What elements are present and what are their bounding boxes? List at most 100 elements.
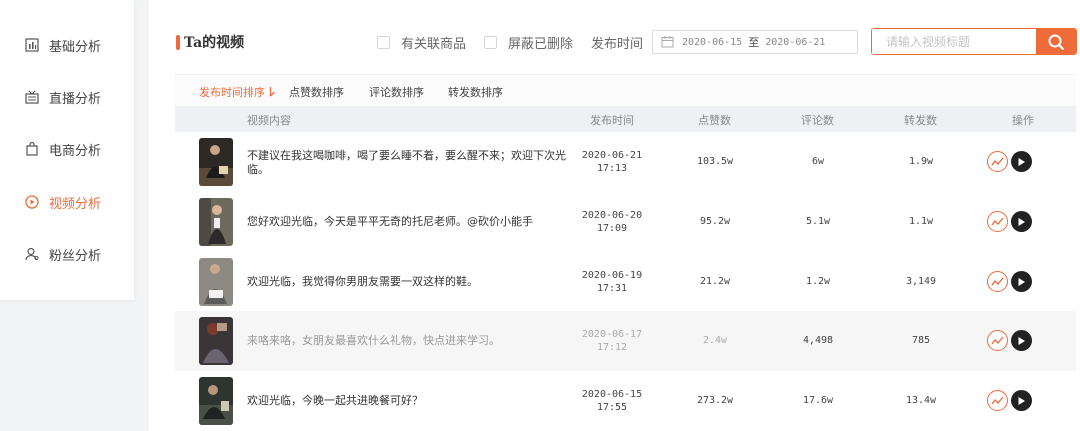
trend-line-icon — [991, 396, 1004, 404]
publish-datetime: 2020-06-15 17:55 — [575, 388, 649, 414]
publish-time: 17:55 — [596, 402, 628, 413]
col-actions: 操作 — [1012, 114, 1034, 127]
play-icon — [1018, 157, 1025, 166]
col-comments: 评论数 — [801, 114, 834, 127]
search-input[interactable] — [872, 29, 1036, 54]
video-thumbnail[interactable] — [199, 317, 233, 365]
play-icon — [1018, 277, 1025, 286]
sort-label: 发布时间排序 — [199, 86, 265, 99]
video-title[interactable]: 来咯来咯，女朋友最喜欢什么礼物，快点进来学习。 — [247, 334, 577, 348]
publish-time: 17:12 — [596, 342, 628, 353]
sidebar-item-label: 直播分析 — [49, 91, 102, 107]
publish-time-label: 发布时间 — [591, 37, 644, 52]
comments-count: 6w — [811, 156, 825, 167]
publish-date: 2020-06-17 — [581, 329, 643, 340]
page-title: Ta的视频 — [176, 34, 245, 51]
sort-by-publish-time[interactable]: 发布时间排序 — [199, 84, 275, 100]
col-likes: 点赞数 — [698, 114, 731, 127]
play-icon — [1018, 336, 1025, 345]
video-title[interactable]: 您好欢迎光临，今天是平平无奇的托尼老师。@砍价小能手 — [247, 215, 577, 229]
sort-label: 点赞数排序 — [289, 86, 344, 99]
publish-datetime: 2020-06-20 17:09 — [575, 209, 649, 235]
date-separator: 至 — [748, 36, 760, 49]
checkbox-box[interactable] — [377, 35, 390, 49]
related-goods-checkbox[interactable]: 有关联商品 — [377, 33, 467, 52]
play-button[interactable] — [1011, 390, 1032, 411]
date-range-picker[interactable]: 2020-06-15 至 2020-06-21 — [652, 30, 858, 54]
likes-count: 273.2w — [696, 395, 734, 406]
play-icon — [1018, 396, 1025, 405]
play-button[interactable] — [1011, 211, 1032, 232]
video-title[interactable]: 欢迎光临，今晚一起共进晚餐可好？ — [247, 394, 577, 408]
date-start[interactable]: 2020-06-15 — [682, 37, 742, 48]
trend-chart-button[interactable] — [987, 390, 1008, 411]
search-box — [871, 28, 1077, 55]
comments-count: 17.6w — [802, 395, 834, 406]
table-row: 不建议在我这喝咖啡，喝了要么睡不着，要么醒不来；欢迎下次光临。 2020-06-… — [175, 132, 1076, 192]
play-circle-icon — [24, 194, 40, 210]
video-thumbnail[interactable] — [199, 198, 233, 246]
publish-date: 2020-06-19 — [581, 270, 643, 281]
sidebar-item-label: 电商分析 — [49, 143, 102, 159]
search-icon — [1048, 34, 1064, 50]
sidebar-item-basic[interactable]: 基础分析 — [24, 34, 101, 56]
publish-date: 2020-06-20 — [581, 210, 643, 221]
video-panel: Ta的视频 有关联商品 屏蔽已删除 发布时间 2020-06-15 至 2020… — [149, 0, 1080, 431]
calendar-icon — [661, 35, 675, 49]
video-title[interactable]: 不建议在我这喝咖啡，喝了要么睡不着，要么醒不来；欢迎下次光临。 — [247, 149, 577, 177]
hide-deleted-checkbox[interactable]: 屏蔽已删除 — [484, 33, 574, 52]
trend-chart-button[interactable] — [987, 330, 1008, 351]
shares-count: 13.4w — [905, 395, 937, 406]
publish-datetime: 2020-06-19 17:31 — [575, 269, 649, 295]
table-header: 视频内容 发布时间 点赞数 评论数 转发数 操作 — [175, 106, 1076, 132]
checkbox-label: 屏蔽已删除 — [508, 36, 574, 52]
search-button[interactable] — [1036, 29, 1076, 54]
sort-bar: 发布时间排序 点赞数排序 评论数排序 转发数排序 — [175, 74, 1076, 106]
publish-time: 17:31 — [596, 283, 628, 294]
publish-time: 17:13 — [596, 163, 628, 174]
publish-datetime: 2020-06-17 17:12 — [575, 328, 649, 354]
sort-by-likes[interactable]: 点赞数排序 — [289, 84, 344, 100]
shopping-bag-icon — [24, 141, 40, 157]
play-button[interactable] — [1011, 271, 1032, 292]
page-title-text: Ta的视频 — [184, 35, 245, 51]
date-end[interactable]: 2020-06-21 — [765, 37, 825, 48]
trend-chart-button[interactable] — [987, 151, 1008, 172]
publish-datetime: 2020-06-21 17:13 — [575, 149, 649, 175]
video-thumbnail[interactable] — [199, 138, 233, 186]
play-button[interactable] — [1011, 330, 1032, 351]
comments-count: 1.2w — [805, 276, 831, 287]
likes-count: 103.5w — [696, 156, 734, 167]
sidebar-item-label: 视频分析 — [49, 196, 102, 212]
col-video-content: 视频内容 — [247, 114, 291, 127]
sidebar: 基础分析 直播分析 电商分析 视频分析 粉丝分析 — [0, 0, 134, 300]
sort-by-shares[interactable]: 转发数排序 — [448, 84, 503, 100]
comments-count: 5.1w — [805, 216, 831, 227]
shares-count: 1.1w — [908, 216, 934, 227]
sort-down-arrow-icon — [269, 87, 275, 97]
sort-by-comments[interactable]: 评论数排序 — [369, 84, 424, 100]
video-thumbnail[interactable] — [199, 258, 233, 306]
play-icon — [1018, 217, 1025, 226]
sidebar-item-fans[interactable]: 粉丝分析 — [24, 243, 101, 265]
publish-time: 17:09 — [596, 223, 628, 234]
tv-icon — [24, 89, 40, 105]
publish-date: 2020-06-15 — [581, 389, 643, 400]
likes-count: 2.4w — [702, 335, 728, 346]
sort-label: 评论数排序 — [369, 86, 424, 99]
video-title[interactable]: 欢迎光临，我觉得你男朋友需要一双这样的鞋。 — [247, 275, 577, 289]
trend-chart-button[interactable] — [987, 211, 1008, 232]
trend-chart-button[interactable] — [987, 271, 1008, 292]
play-button[interactable] — [1011, 151, 1032, 172]
sidebar-item-video[interactable]: 视频分析 — [24, 191, 101, 213]
sidebar-item-ecommerce[interactable]: 电商分析 — [24, 138, 101, 160]
likes-count: 21.2w — [699, 276, 731, 287]
checkbox-label: 有关联商品 — [401, 36, 467, 52]
trend-line-icon — [991, 336, 1004, 344]
table-row: 您好欢迎光临，今天是平平无奇的托尼老师。@砍价小能手 2020-06-20 17… — [175, 192, 1076, 252]
table-row: 欢迎光临，我觉得你男朋友需要一双这样的鞋。 2020-06-19 17:31 2… — [175, 252, 1076, 312]
bar-chart-icon — [24, 37, 40, 53]
sidebar-item-live[interactable]: 直播分析 — [24, 86, 101, 108]
video-thumbnail[interactable] — [199, 377, 233, 425]
checkbox-box[interactable] — [484, 35, 497, 49]
